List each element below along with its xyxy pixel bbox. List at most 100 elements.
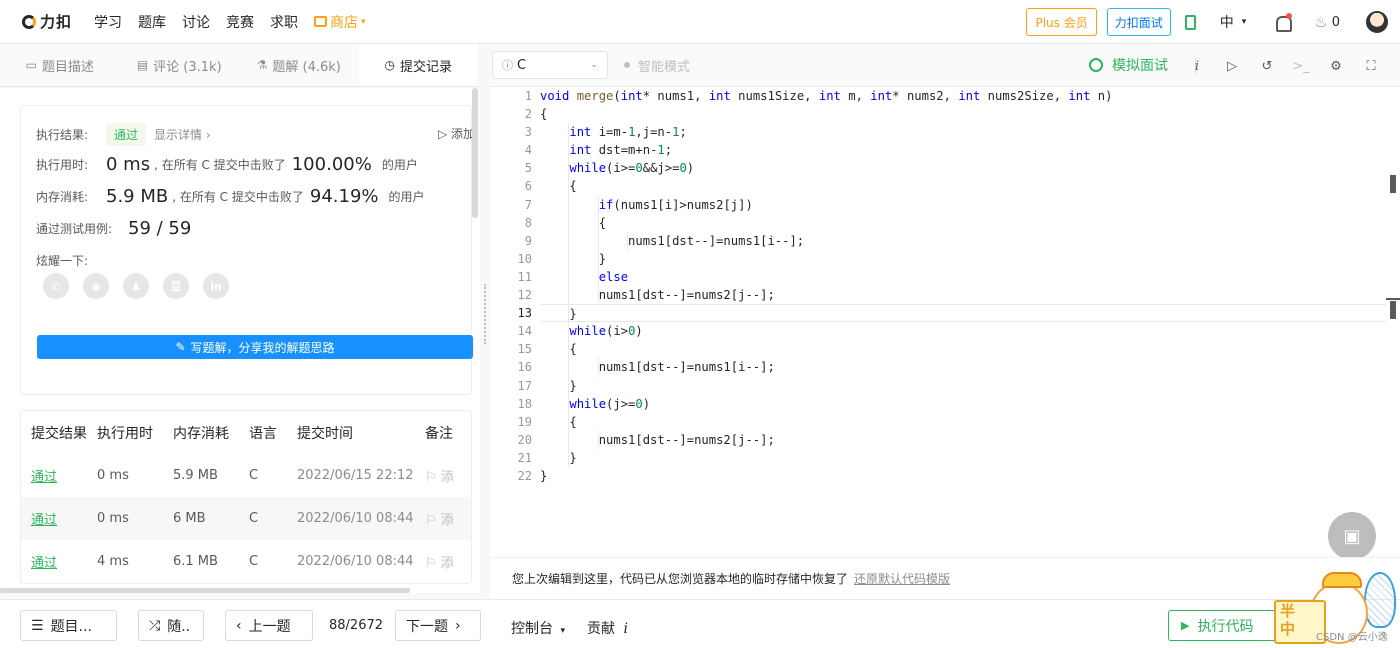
nav-discuss[interactable]: 讨论 [182,12,210,32]
console-toggle[interactable]: 控制台 ▾ [511,618,565,638]
header-result: 提交结果 [31,425,87,442]
code-line[interactable]: int dst=m+n-1; [540,141,1386,160]
header-memory: 内存消耗 [173,425,229,442]
row-add-note[interactable]: ⚐ 添 [425,552,465,571]
nav-contest[interactable]: 竞赛 [226,12,254,32]
fullscreen-icon[interactable]: ⛶ [1362,57,1380,75]
testcases-label: 通过测试用例: [36,222,113,236]
row-result-link[interactable]: 通过 [21,552,97,571]
row-memory: 5.9 MB [173,468,218,483]
code-line[interactable]: nums1[dst--]=nums2[j--]; [540,286,1386,305]
flag-icon: ⚐ [425,513,441,528]
code-lines[interactable]: void merge(int* nums1, int nums1Size, in… [540,87,1386,485]
code-text: { [540,179,577,194]
tab-comments[interactable]: ▤ 评论 (3.1k) [120,44,240,86]
language-select[interactable]: ⓘ C ⌄ [492,51,608,79]
info-italic-icon[interactable]: i [1188,57,1206,75]
memory-tail: 的用户 [388,190,425,204]
terminal-icon[interactable]: >_ [1292,57,1310,75]
share-icons: ✆ ◉ ♟ 豆 in [43,273,243,299]
weibo-icon[interactable]: ◉ [83,273,109,299]
code-line[interactable]: nums1[dst--]=nums2[j--]; [540,430,1386,449]
code-line[interactable]: else [540,267,1386,287]
problem-list-button[interactable]: ☰ 题目... [20,610,117,641]
indent-guide [568,376,570,395]
code-line[interactable]: } [540,249,1386,268]
next-problem-button[interactable]: 下一题 › [395,610,481,641]
tab-description[interactable]: ▭ 题目描述 [0,44,120,86]
chevron-down-icon: ▾ [361,16,366,27]
code-line[interactable]: { [540,412,1386,431]
mobile-app-icon[interactable] [1184,14,1196,30]
line-number: 7 [524,197,532,212]
avatar[interactable] [1366,11,1388,33]
prev-problem-button[interactable]: ‹ 上一题 [225,610,313,641]
code-text: int dst=m+n-1; [569,143,673,158]
code-line[interactable]: { [540,105,1386,123]
row-add-note[interactable]: ⚐ 添 [425,509,465,528]
code-text: nums1[dst--]=nums1[i--]; [540,360,775,375]
douban-icon[interactable]: 豆 [163,273,189,299]
wechat-icon[interactable]: ✆ [43,273,69,299]
nav-jobs[interactable]: 求职 [270,12,298,32]
nav-problems[interactable]: 题库 [138,12,166,32]
notebook-icon: ▣ [1343,525,1361,547]
left-horizontal-scrollbar[interactable] [0,588,410,593]
code-line[interactable]: { [540,213,1386,232]
row-result-link[interactable]: 通过 [21,509,97,528]
nav-shop[interactable]: 商店 ▾ [314,12,366,32]
code-line[interactable]: } [540,376,1386,395]
restore-notice-text: 您上次编辑到这里，代码已从您浏览器本地的临时存储中恢复了 [512,572,849,586]
contribute-label: 贡献 [587,621,615,637]
indent-guide [568,286,570,305]
nav-learn[interactable]: 学习 [94,12,122,32]
fire-icon[interactable]: ♨ [1314,13,1327,31]
tab-submissions[interactable]: ◷ 提交记录 [358,44,478,86]
reset-icon[interactable]: ↺ [1258,57,1276,75]
notes-button[interactable]: ▣ [1328,512,1376,557]
code-line[interactable]: } [540,467,1386,485]
panel-splitter[interactable] [480,44,490,593]
scrollbar-marker [1390,301,1396,319]
write-solution-button[interactable]: ✎ 写题解，分享我的解题思路 [37,335,473,359]
settings-gear-icon[interactable]: ⚙ [1327,57,1345,75]
add-note-button[interactable]: ▷ 添加 [438,125,475,142]
code-line[interactable]: } [540,304,1386,323]
row-add-note[interactable]: ⚐ 添 [425,466,465,485]
notification-bell-icon[interactable] [1274,13,1293,32]
mock-interview-button[interactable]: 模拟面试 [1089,55,1168,75]
butterfly-net-graphic [1364,572,1396,628]
code-line[interactable]: while(i>0) [540,322,1386,341]
indent-guide [568,305,570,322]
contribute-button[interactable]: 贡献 i [587,618,628,638]
code-line[interactable]: void merge(int* nums1, int nums1Size, in… [540,87,1386,105]
restore-default-code-link[interactable]: 还原默认代码模版 [854,570,950,587]
tab-solutions[interactable]: ⚗ 题解 (4.6k) [239,44,359,86]
code-editor[interactable]: 1 2 3 4 5 6 7 8 9 10 11 12 13 14 15 16 17 18 19 20 21 22 void… [490,87,1400,557]
code-text: { [540,414,577,429]
code-line[interactable]: { [540,177,1386,196]
code-line[interactable]: if(nums1[i]>nums2[j]) [540,195,1386,214]
code-line[interactable]: } [540,448,1386,467]
testcases-row: 通过测试用例: 59 / 59 [36,218,195,239]
leetcode-logo[interactable]: 力扣 [22,11,72,32]
code-line[interactable]: while(j>=0) [540,394,1386,413]
smart-mode-toggle[interactable]: 智能模式 [624,56,690,75]
line-number: 22 [517,468,532,483]
code-line[interactable]: int i=m-1,j=n-1; [540,123,1386,142]
show-details-link[interactable]: 显示详情 › [154,126,211,143]
code-line[interactable]: while(i>=0&&j>=0) [540,159,1386,178]
row-result-link[interactable]: 通过 [21,466,97,485]
plus-member-button[interactable]: Plus 会员 [1026,8,1097,36]
code-line[interactable]: nums1[dst--]=nums1[i--]; [540,231,1386,250]
left-vertical-scrollbar[interactable] [472,88,478,218]
code-line[interactable]: { [540,340,1386,359]
line-number: 15 [517,342,532,357]
run-flag-icon[interactable]: ▷ [1223,57,1241,75]
code-line[interactable]: nums1[dst--]=nums1[i--]; [540,358,1386,377]
language-switch[interactable]: 中 ▾ [1220,12,1247,32]
interview-button[interactable]: 力扣面试 [1106,8,1171,36]
random-problem-button[interactable]: ⤮ 随.. [138,610,204,641]
qq-icon[interactable]: ♟ [123,273,149,299]
linkedin-icon[interactable]: in [203,273,229,299]
